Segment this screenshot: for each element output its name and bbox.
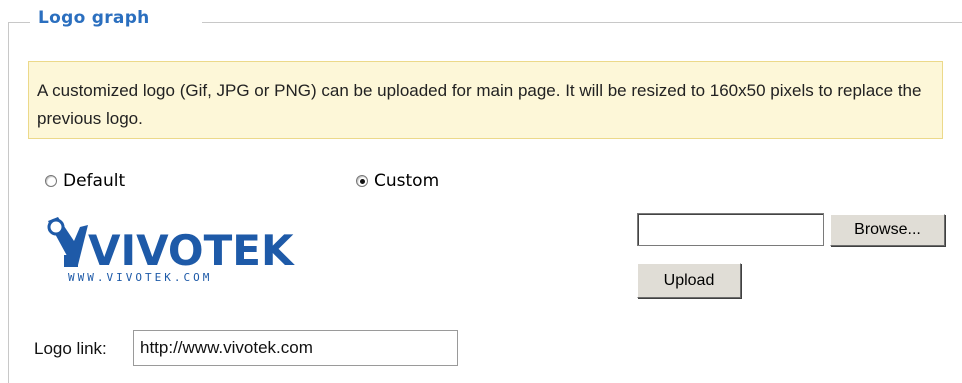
vivotek-logo: VIVOTEK WWW.VIVOTEK.COM xyxy=(47,217,295,284)
info-notice: A customized logo (Gif, JPG or PNG) can … xyxy=(28,61,943,139)
radio-default-label: Default xyxy=(63,171,126,191)
frame-line-top-right xyxy=(202,22,962,23)
frame-line-top-left xyxy=(8,22,30,23)
file-path-input[interactable] xyxy=(637,213,824,246)
radio-custom-label: Custom xyxy=(374,171,440,191)
frame-line-left xyxy=(8,22,9,383)
logo-link-input[interactable] xyxy=(133,330,458,366)
radio-default-option[interactable]: Default xyxy=(45,171,125,191)
radio-custom[interactable] xyxy=(356,175,368,187)
upload-button[interactable]: Upload xyxy=(637,263,741,298)
radio-custom-option[interactable]: Custom xyxy=(356,171,439,191)
browse-button[interactable]: Browse... xyxy=(830,214,945,246)
section-legend: Logo graph xyxy=(38,8,150,28)
logo-url-text: WWW.VIVOTEK.COM xyxy=(68,271,212,284)
logo-brand-text: VIVOTEK xyxy=(88,226,295,275)
radio-default[interactable] xyxy=(45,175,57,187)
logo-link-label: Logo link: xyxy=(34,339,107,358)
